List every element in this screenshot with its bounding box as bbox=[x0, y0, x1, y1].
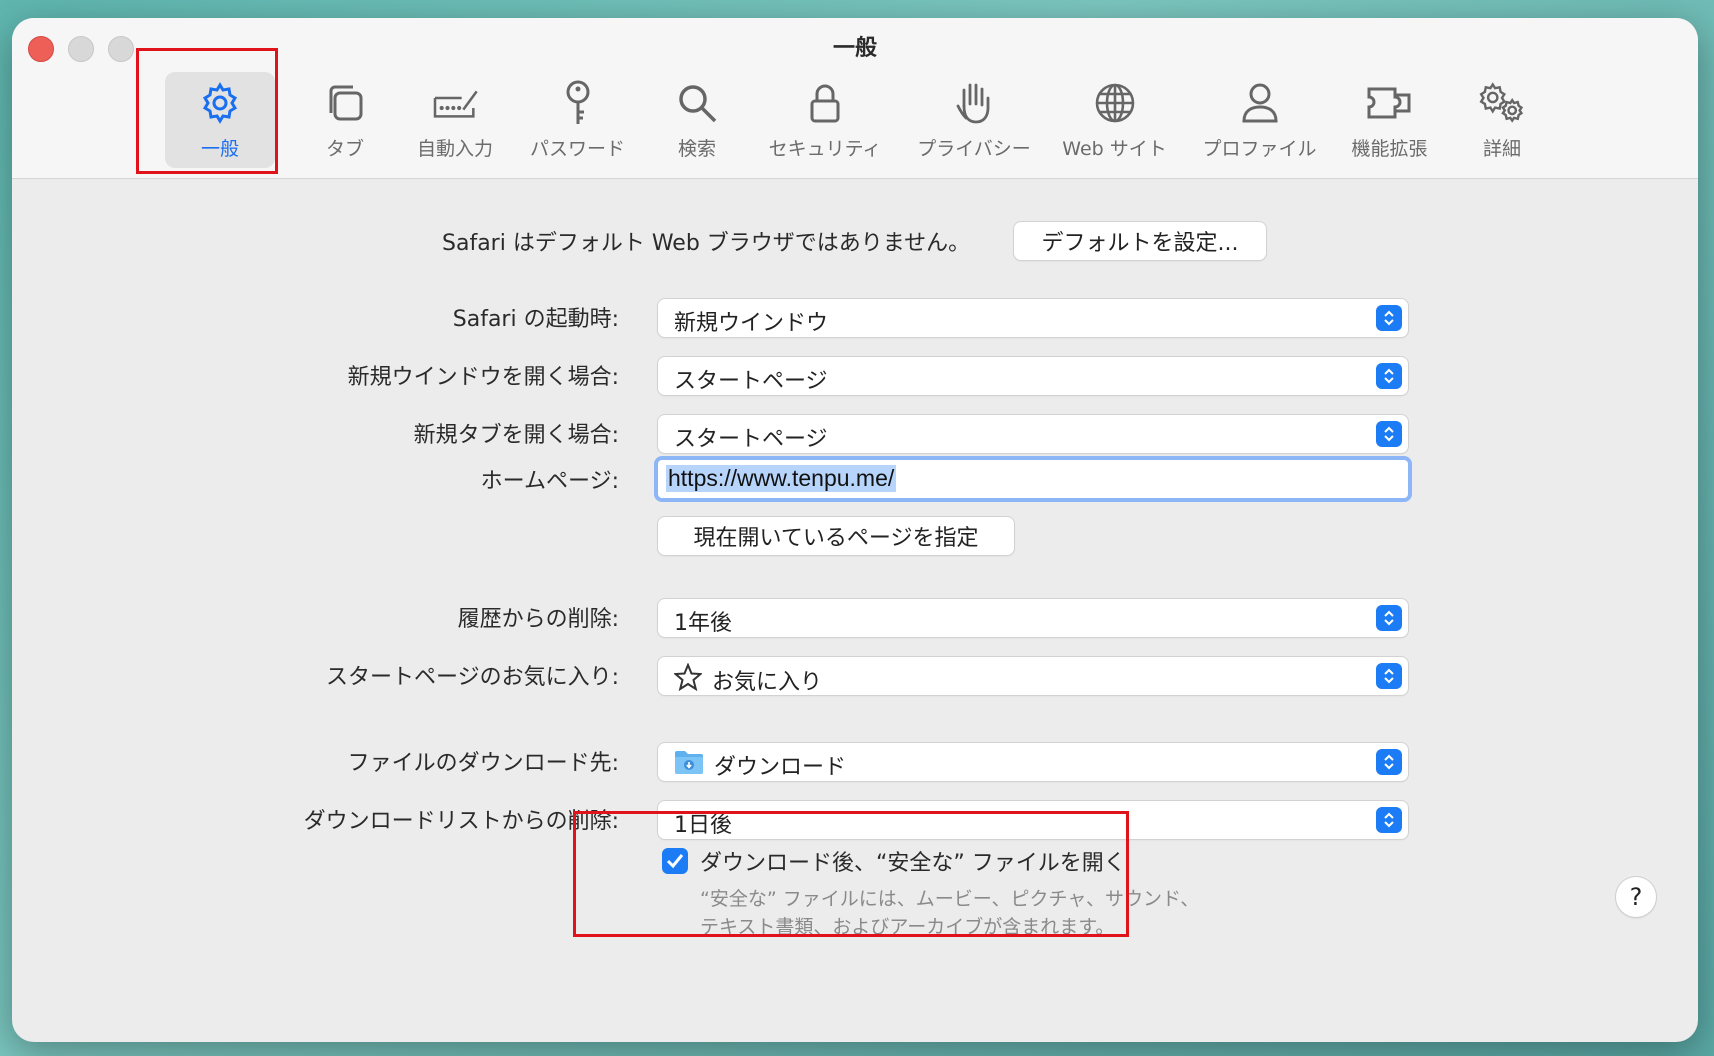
download-location-label: ファイルのダウンロード先: bbox=[347, 751, 619, 776]
tabs-icon bbox=[320, 78, 370, 128]
tab-autofill[interactable]: 自動入力 bbox=[405, 72, 505, 168]
history-remove-label: 履歴からの削除: bbox=[457, 607, 619, 632]
key-icon bbox=[553, 78, 603, 128]
new-tab-label: 新規タブを開く場合: bbox=[413, 423, 619, 448]
highlight-box-open-safe-files bbox=[573, 811, 1129, 937]
hand-icon bbox=[949, 78, 999, 128]
popup-stepper-icon bbox=[1376, 807, 1402, 833]
homepage-label: ホームページ: bbox=[480, 469, 619, 494]
history-remove-popup[interactable]: 1年後 bbox=[658, 599, 1408, 637]
favorites-popup[interactable]: お気に入り bbox=[658, 657, 1408, 695]
popup-stepper-icon bbox=[1376, 305, 1402, 331]
gears-icon bbox=[1477, 78, 1527, 128]
default-browser-message: Safari はデフォルト Web ブラウザではありません。 bbox=[442, 231, 971, 256]
tab-privacy[interactable]: プライバシー bbox=[909, 72, 1039, 168]
help-button[interactable]: ? bbox=[1616, 877, 1656, 917]
tab-search[interactable]: 検索 bbox=[647, 72, 747, 168]
new-window-popup[interactable]: スタートページ bbox=[658, 357, 1408, 395]
popup-stepper-icon bbox=[1376, 749, 1402, 775]
new-tab-popup[interactable]: スタートページ bbox=[658, 415, 1408, 453]
globe-icon bbox=[1090, 78, 1140, 128]
favorites-value: お気に入り bbox=[712, 670, 823, 695]
popup-stepper-icon bbox=[1376, 605, 1402, 631]
tab-security[interactable]: セキュリティ bbox=[760, 72, 890, 168]
popup-stepper-icon bbox=[1376, 421, 1402, 447]
set-default-button[interactable]: デフォルトを設定... bbox=[1014, 222, 1266, 260]
downloads-folder-icon bbox=[674, 749, 706, 781]
star-icon bbox=[672, 662, 704, 697]
tab-websites[interactable]: Web サイト bbox=[1052, 72, 1177, 168]
download-list-remove-label: ダウンロードリストからの削除: bbox=[303, 809, 619, 834]
homepage-value: https://www.tenpu.me/ bbox=[666, 465, 897, 492]
lock-icon bbox=[800, 78, 850, 128]
favorites-label: スタートページのお気に入り: bbox=[326, 665, 619, 690]
tab-extensions[interactable]: 機能拡張 bbox=[1337, 72, 1442, 168]
tab-profiles[interactable]: プロファイル bbox=[1192, 72, 1327, 168]
popup-stepper-icon bbox=[1376, 663, 1402, 689]
download-location-value: ダウンロード bbox=[714, 755, 847, 780]
set-current-page-button[interactable]: 現在開いているページを指定 bbox=[658, 517, 1014, 555]
highlight-box-general-tab bbox=[136, 48, 278, 174]
popup-stepper-icon bbox=[1376, 363, 1402, 389]
download-location-popup[interactable]: ダウンロード bbox=[658, 743, 1408, 781]
tab-tabs[interactable]: タブ bbox=[295, 72, 395, 168]
person-icon bbox=[1235, 78, 1285, 128]
magnifier-icon bbox=[672, 78, 722, 128]
homepage-field[interactable]: https://www.tenpu.me/ bbox=[658, 460, 1408, 498]
launch-label: Safari の起動時: bbox=[452, 307, 619, 332]
tab-advanced[interactable]: 詳細 bbox=[1452, 72, 1552, 168]
tab-passwords[interactable]: パスワード bbox=[520, 72, 635, 168]
new-window-label: 新規ウインドウを開く場合: bbox=[347, 365, 619, 390]
launch-popup[interactable]: 新規ウインドウ bbox=[658, 299, 1408, 337]
autofill-icon bbox=[430, 78, 480, 128]
puzzle-icon bbox=[1365, 78, 1415, 128]
